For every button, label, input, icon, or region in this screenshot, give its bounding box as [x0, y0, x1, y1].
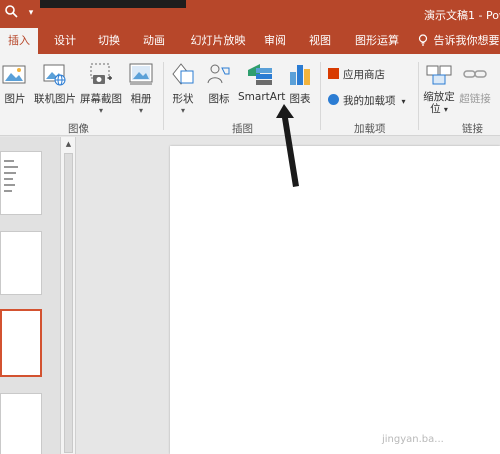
- shapes-icon: [172, 63, 194, 85]
- tab-view[interactable]: 视图: [303, 28, 337, 54]
- icons-icon: [207, 64, 230, 84]
- my-addins-button[interactable]: 我的加载项 ▾: [328, 92, 406, 110]
- store-icon: [328, 68, 339, 79]
- lightbulb-icon: [418, 34, 434, 47]
- search-icon-glyph: [5, 5, 18, 18]
- shapes-label: 形状: [172, 93, 194, 105]
- tab-slideshow[interactable]: 幻灯片放映: [184, 28, 252, 54]
- links-group-label: 链接: [462, 123, 483, 135]
- slide-thumbnail[interactable]: [0, 231, 42, 295]
- shapes-caret: ▾: [180, 106, 185, 115]
- screenshot-label: 屏幕截图: [80, 93, 122, 105]
- tell-me-box[interactable]: 告诉我你想要I: [418, 28, 500, 54]
- watermark: jingyan.ba...: [382, 434, 444, 445]
- group-separator: [320, 62, 321, 130]
- zoom-button[interactable]: 缩放定位 ▾: [422, 60, 456, 118]
- online-picture-label: 联机图片: [34, 93, 76, 105]
- illustrations-group-label: 插图: [232, 123, 253, 135]
- search-icon[interactable]: [0, 4, 22, 24]
- online-picture-icon: [43, 64, 66, 86]
- smartart-icon: [248, 64, 272, 85]
- chart-button[interactable]: 图表: [286, 60, 314, 118]
- screenshot-icon: [90, 63, 112, 84]
- tab-review[interactable]: 审阅: [258, 28, 292, 54]
- tab-insert[interactable]: 插入: [0, 28, 38, 54]
- shapes-button[interactable]: 形状 ▾: [168, 60, 198, 118]
- photo-album-label: 相册: [130, 93, 152, 105]
- addins-group-label: 加载项: [354, 123, 386, 135]
- screenshot-caret: ▾: [98, 106, 103, 115]
- hyperlink-label: 超链接: [459, 93, 491, 105]
- slide-thumbnail-content: [4, 160, 18, 192]
- smartart-label: SmartArt: [238, 91, 286, 103]
- screenshot-button[interactable]: 屏幕截图 ▾: [80, 60, 122, 118]
- online-picture-button[interactable]: 联机图片: [32, 60, 78, 118]
- ribbon-tabs: 插入 设计 切换 动画 幻灯片放映 审阅 视图 图形运算 告诉我你想要I: [0, 28, 500, 54]
- chart-icon: [290, 65, 310, 85]
- thumbnails-scrollbar[interactable]: ▲: [60, 137, 76, 454]
- my-addins-caret: ▾: [401, 97, 406, 106]
- slide-thumbnail[interactable]: [0, 151, 42, 215]
- slide-thumbnail[interactable]: [0, 393, 42, 454]
- store-button[interactable]: 应用商店: [328, 66, 385, 84]
- ribbon-insert: 图片 联机图片 屏幕截图 ▾ 相册 ▾ 图像 形状 ▾ 图标 SmartArt …: [0, 54, 500, 136]
- images-group-label: 图像: [68, 123, 89, 135]
- slide-thumbnail-selected[interactable]: [0, 309, 42, 377]
- picture-button[interactable]: 图片: [0, 60, 30, 118]
- group-separator: [418, 62, 419, 130]
- zoom-icon: [426, 65, 452, 85]
- scroll-up-arrow[interactable]: ▲: [63, 139, 74, 150]
- tell-me-text: 告诉我你想要I: [433, 34, 500, 47]
- icons-label: 图标: [208, 93, 230, 105]
- chart-label: 图表: [289, 93, 311, 105]
- store-label: 应用商店: [343, 69, 385, 81]
- photo-album-button[interactable]: 相册 ▾: [126, 60, 156, 118]
- picture-icon: [2, 65, 26, 84]
- zoom-label: 缩放定位 ▾: [423, 91, 455, 115]
- picture-label: 图片: [4, 93, 26, 105]
- title-bar: ▾ 演示文稿1 - Pow: [0, 0, 500, 28]
- tab-transitions[interactable]: 切换: [92, 28, 126, 54]
- quick-access-dropdown[interactable]: ▾: [24, 6, 38, 20]
- scroll-thumb[interactable]: [64, 153, 73, 453]
- photo-album-icon: [129, 63, 153, 85]
- group-separator: [163, 62, 164, 130]
- my-addins-icon: [328, 94, 339, 105]
- title-overlay: [40, 0, 186, 8]
- hyperlink-icon: [463, 70, 487, 78]
- slide-canvas[interactable]: [170, 146, 500, 454]
- photo-album-caret: ▾: [138, 106, 143, 115]
- tab-design[interactable]: 设计: [48, 28, 82, 54]
- slide-thumbnails-pane: [0, 137, 60, 454]
- smartart-button[interactable]: SmartArt: [238, 60, 286, 118]
- tab-animations[interactable]: 动画: [136, 28, 172, 54]
- icons-button[interactable]: 图标: [204, 60, 234, 118]
- tab-shape-ops[interactable]: 图形运算: [348, 28, 406, 54]
- my-addins-label: 我的加载项: [343, 95, 396, 107]
- document-title: 演示文稿1 - Pow: [424, 9, 500, 22]
- hyperlink-button[interactable]: 超链接: [458, 60, 492, 118]
